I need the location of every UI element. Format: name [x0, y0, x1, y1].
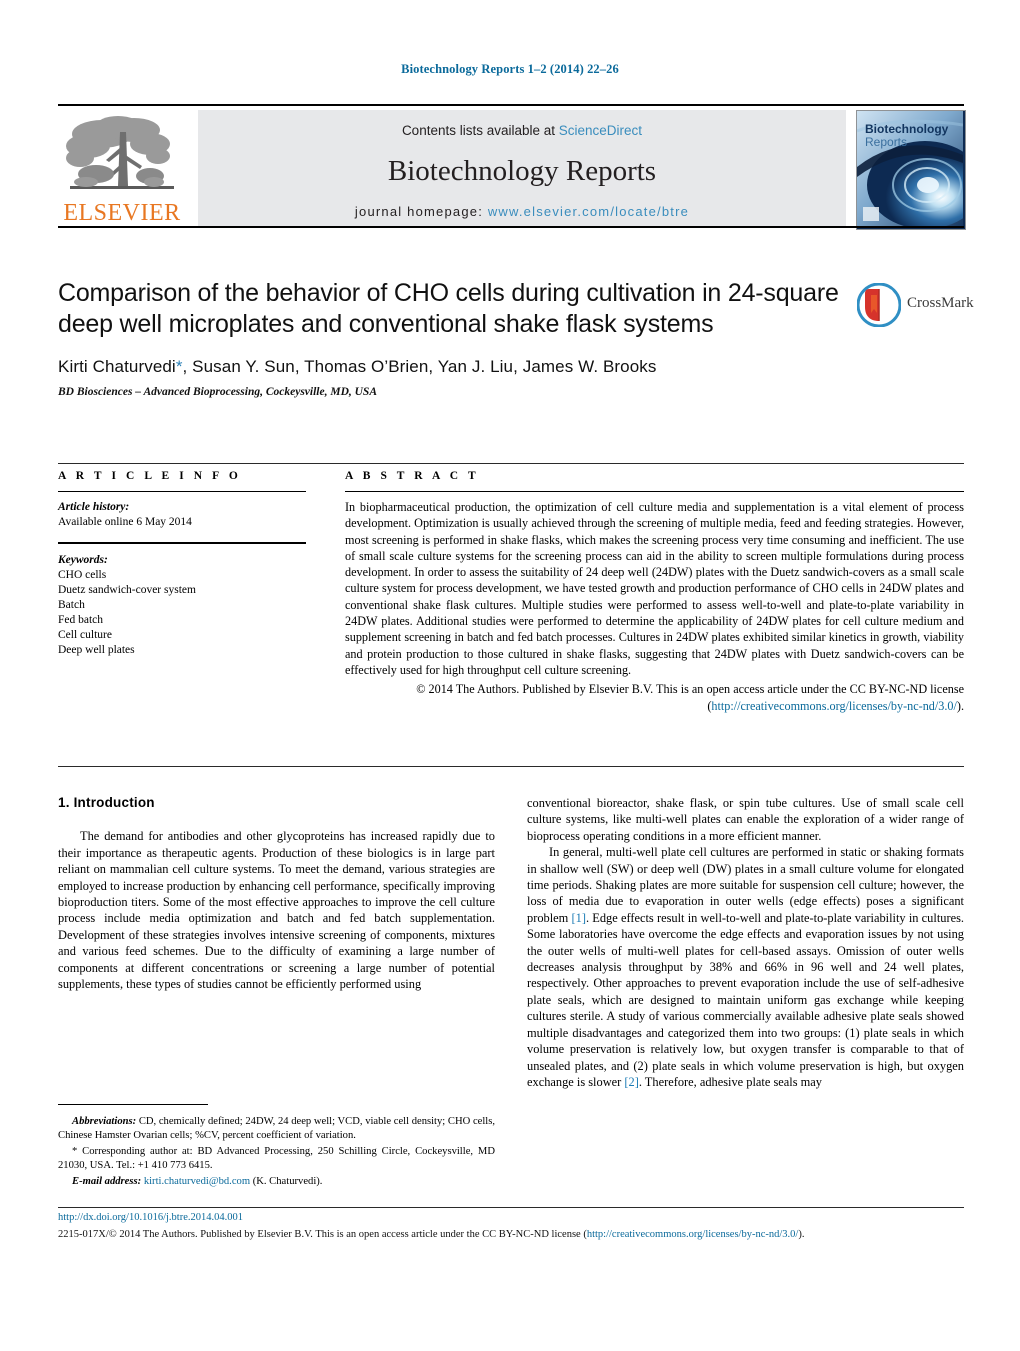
- body-column-right: conventional bioreactor, shake flask, or…: [527, 795, 964, 1090]
- email-owner: (K. Chaturvedi).: [250, 1176, 323, 1188]
- sciencedirect-link[interactable]: ScienceDirect: [559, 123, 642, 138]
- contents-available-line: Contents lists available at ScienceDirec…: [198, 123, 846, 138]
- author-list: Kirti Chaturvedi*, Susan Y. Sun, Thomas …: [58, 357, 848, 377]
- article-history-label: Article history:: [58, 501, 130, 513]
- abstract-column: A B S T R A C T In biopharmaceutical pro…: [345, 470, 964, 714]
- footnote-separator-rule: [58, 1104, 208, 1105]
- abstract-heading: A B S T R A C T: [345, 470, 480, 482]
- affiliation: BD Biosciences – Advanced Bioprocessing,…: [58, 386, 377, 398]
- article-info-rule-2: [58, 542, 306, 544]
- article-info-column: A R T I C L E I N F O Article history: A…: [58, 470, 306, 658]
- running-head: Biotechnology Reports 1–2 (2014) 22–26: [401, 62, 619, 76]
- footnote-abbreviations: Abbreviations: CD, chemically defined; 2…: [58, 1115, 495, 1142]
- cover-title-line2: Reports: [865, 135, 907, 149]
- corresponding-text: Corresponding author at: BD Advanced Pro…: [58, 1146, 495, 1171]
- crossmark-label: CrossMark: [907, 295, 974, 311]
- keyword-item: Batch: [58, 599, 85, 611]
- article-page: Biotechnology Reports 1–2 (2014) 22–26 E…: [0, 0, 1020, 1351]
- homepage-prefix: journal homepage:: [354, 204, 488, 219]
- abbreviations-label: Abbreviations:: [72, 1116, 137, 1127]
- cover-title-line1: Biotechnology: [865, 122, 949, 136]
- article-history-value: Available online 6 May 2014: [58, 516, 192, 528]
- copyright-tail: ).: [956, 698, 964, 713]
- citation-link-1[interactable]: [1]: [572, 911, 586, 925]
- paragraph-text: . Edge effects result in well-to-well an…: [527, 910, 965, 1089]
- journal-title: Biotechnology Reports: [387, 155, 657, 187]
- section-heading-introduction: 1. Introduction: [58, 795, 155, 810]
- article-info-heading: A R T I C L E I N F O: [58, 470, 242, 482]
- infoblock-bottom-rule: [58, 766, 964, 767]
- journal-masthead: ELSEVIER Contents lists available at Sci…: [58, 104, 966, 230]
- footer-license-link[interactable]: http://creativecommons.org/licenses/by-n…: [587, 1229, 799, 1240]
- page-title: Comparison of the behavior of CHO cells …: [58, 279, 839, 338]
- elsevier-wordmark: ELSEVIER: [63, 200, 181, 226]
- body-column-left: 1. Introduction The demand for antibodie…: [58, 795, 495, 992]
- masthead-top-rule: [58, 104, 964, 106]
- contents-prefix: Contents lists available at: [401, 123, 559, 138]
- corresponding-author-marker: *: [175, 357, 183, 376]
- homepage-url-link[interactable]: www.elsevier.com/locate/btre: [488, 204, 689, 219]
- email-link[interactable]: kirti.chaturvedi@bd.com: [144, 1176, 250, 1187]
- crossmark-badge[interactable]: CrossMark: [857, 283, 974, 329]
- abstract-body: In biopharmaceutical production, the opt…: [345, 500, 964, 677]
- infoblock-top-rule: [58, 463, 964, 464]
- intro-paragraph-continued: conventional bioreactor, shake flask, or…: [527, 796, 964, 843]
- footnotes-block: Abbreviations: CD, chemically defined; 2…: [58, 1104, 495, 1192]
- elsevier-tree-icon: [66, 116, 174, 189]
- keywords-list: CHO cells Duetz sandwich-cover system Ba…: [58, 568, 306, 658]
- footnote-email: E-mail address: kirti.chaturvedi@bd.com …: [58, 1175, 495, 1189]
- issn-copyright-line: 2215-017X/© 2014 The Authors. Published …: [58, 1228, 964, 1242]
- footnote-corresponding-author: * Corresponding author at: BD Advanced P…: [58, 1145, 495, 1172]
- citation-link-2[interactable]: [2]: [624, 1075, 638, 1089]
- abstract-rule: [345, 491, 964, 492]
- license-link[interactable]: http://creativecommons.org/licenses/by-n…: [711, 699, 957, 713]
- keyword-item: Duetz sandwich-cover system: [58, 584, 196, 596]
- intro-paragraph-1: The demand for antibodies and other glyc…: [58, 829, 495, 992]
- elsevier-logo: ELSEVIER: [58, 110, 186, 228]
- author-first: Kirti Chaturvedi: [58, 357, 176, 376]
- paragraph-text: . Therefore, adhesive plate seals may: [638, 1074, 822, 1089]
- keyword-item: Fed batch: [58, 614, 104, 626]
- journal-homepage-line: journal homepage: www.elsevier.com/locat…: [198, 204, 846, 219]
- journal-cover-artwork: Biotechnology Reports: [857, 111, 963, 227]
- journal-cover-thumbnail: Biotechnology Reports: [856, 110, 966, 230]
- article-info-rule-1: [58, 491, 306, 492]
- authors-remaining: , Susan Y. Sun, Thomas O’Brien, Yan J. L…: [182, 357, 657, 376]
- keyword-item: Cell culture: [58, 629, 112, 641]
- keywords-label: Keywords:: [58, 554, 108, 566]
- title-block: Comparison of the behavior of CHO cells …: [58, 278, 848, 398]
- keyword-item: Deep well plates: [58, 644, 135, 656]
- masthead-bottom-rule: [58, 226, 964, 228]
- intro-paragraph-2: In general, multi-well plate cell cultur…: [527, 844, 964, 1090]
- issn-tail: ).: [798, 1229, 805, 1240]
- doi-link[interactable]: http://dx.doi.org/10.1016/j.btre.2014.04…: [58, 1212, 243, 1223]
- email-label: E-mail address:: [72, 1176, 142, 1188]
- issn-text: 2215-017X/© 2014 The Authors. Published …: [58, 1229, 587, 1240]
- abstract-copyright: © 2014 The Authors. Published by Elsevie…: [345, 681, 964, 714]
- crossmark-icon: [857, 283, 901, 327]
- footer-rule: [58, 1207, 964, 1208]
- journal-banner: Contents lists available at ScienceDirec…: [198, 110, 846, 228]
- keyword-item: CHO cells: [58, 569, 107, 581]
